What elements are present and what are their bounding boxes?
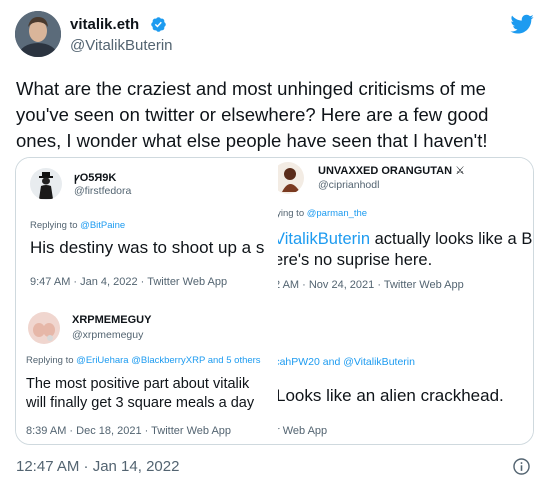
reply-meta: 9:47 AM · Jan 4, 2022 · Twitter Web App: [30, 276, 228, 288]
reply-handle: @ciprianhodl: [318, 179, 380, 191]
reply-avatar: [30, 168, 62, 200]
reply-body: Looks like an alien crackhead.: [276, 386, 504, 405]
reply-body-line-1: The most positive part about vitalik: [26, 376, 250, 392]
verified-badge-icon: [151, 17, 166, 32]
reply-body-line-2: ere's no suprise here.: [276, 251, 433, 269]
tweet-timestamp[interactable]: 12:47 AM · Jan 14, 2022: [16, 458, 179, 475]
screenshot-xrpmemeguy[interactable]: XRPMEMEGUY @xrpmemeguy Replying to @EriU…: [16, 302, 276, 444]
reply-meta: r Web App: [276, 425, 328, 437]
reply-avatar: [28, 312, 60, 344]
info-icon[interactable]: [512, 457, 531, 476]
author-handle[interactable]: @VitalikButerin: [70, 37, 173, 54]
twitter-bird-icon[interactable]: [510, 12, 534, 36]
reply-body-line-2: will finally get 3 square meals a day: [26, 395, 255, 411]
reply-body-line-1: VitalikButerin actually looks like a Bo: [276, 230, 534, 248]
screenshot-ciprianhodl[interactable]: UNVAXXED ORANGUTAN ⚔ @ciprianhodl lying …: [276, 158, 534, 302]
media-grid[interactable]: ꝩO5Я9K @firstfedora Replying to @BitPain…: [15, 157, 534, 445]
replying-to: lying to @parman_the: [276, 208, 368, 219]
reply-meta: 8:39 AM · Dec 18, 2021 · Twitter Web App: [26, 425, 232, 437]
reply-handle: @firstfedora: [74, 185, 132, 197]
author-display-name[interactable]: vitalik.eth: [70, 16, 139, 33]
replying-to: Replying to @EriUehara @BlackberryXRP an…: [26, 355, 261, 366]
reply-body: His destiny was to shoot up a s: [30, 238, 265, 257]
reply-name: XRPMEMEGUY: [72, 314, 152, 326]
reply-avatar: [278, 162, 304, 194]
author-avatar[interactable]: [15, 11, 61, 57]
tweet-text: What are the craziest and most unhinged …: [16, 78, 489, 151]
reply-name: ꝩO5Я9K: [74, 172, 117, 184]
replying-to: icahPW20 and @VitalikButerin: [276, 356, 415, 368]
reply-name: UNVAXXED ORANGUTAN ⚔: [318, 165, 465, 177]
reply-handle: @xrpmemeguy: [72, 329, 144, 341]
screenshot-alien-reply[interactable]: icahPW20 and @VitalikButerin Looks like …: [276, 302, 533, 444]
screenshot-firstfedora[interactable]: ꝩO5Я9K @firstfedora Replying to @BitPain…: [16, 158, 276, 302]
tweet-card: vitalik.eth @VitalikButerin What are the…: [0, 0, 549, 484]
reply-meta: 2 AM · Nov 24, 2021 · Twitter Web App: [276, 279, 464, 291]
replying-to: Replying to @BitPaine: [30, 220, 126, 231]
